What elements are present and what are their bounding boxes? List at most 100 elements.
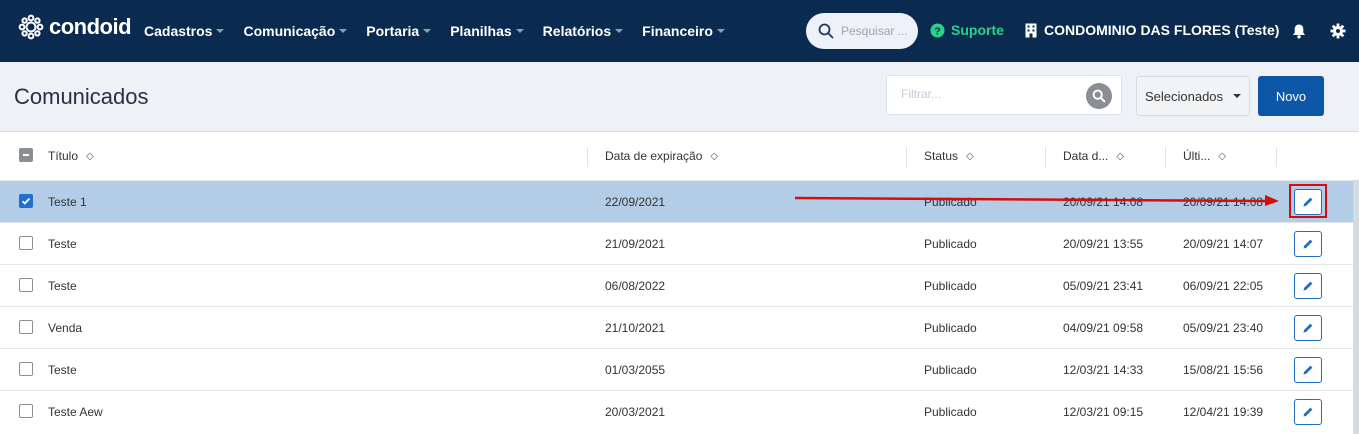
condo-selector[interactable]: CONDOMINIO DAS FLORES (Teste): [1025, 22, 1279, 38]
select-all-checkbox[interactable]: [19, 148, 33, 162]
page-title: Comunicados: [14, 84, 149, 109]
annotation-arrow: [795, 195, 1279, 206]
column-header-created[interactable]: Data d... ◇: [1063, 149, 1124, 163]
column-divider[interactable]: [1276, 147, 1277, 167]
menu-label: Planilhas: [450, 23, 512, 39]
main-menu: Cadastros Comunicação Portaria Planilhas…: [144, 0, 744, 62]
pencil-icon: [1303, 281, 1313, 291]
menu-financeiro[interactable]: Financeiro: [642, 23, 725, 39]
column-label: Status: [924, 149, 959, 163]
row-title: Teste Aew: [48, 405, 103, 419]
caret-down-icon: [339, 29, 348, 33]
column-header-title[interactable]: Título ◇: [48, 149, 94, 163]
checkmark-icon: [21, 197, 31, 205]
sort-icon: ◇: [710, 150, 719, 162]
selected-actions-dropdown[interactable]: Selecionados: [1136, 76, 1250, 116]
edit-button[interactable]: [1294, 273, 1322, 299]
support-link[interactable]: ? Suporte: [930, 22, 1004, 38]
row-created: 20/09/21 13:55: [1063, 237, 1144, 251]
table-row[interactable]: Venda 21/10/2021 Publicado 04/09/21 09:5…: [0, 306, 1359, 348]
caret-down-icon: [515, 29, 524, 33]
pencil-icon: [1303, 239, 1313, 249]
table-row[interactable]: Teste 06/08/2022 Publicado 05/09/21 23:4…: [0, 264, 1359, 306]
row-status: Publicado: [924, 279, 977, 293]
row-title: Teste: [48, 237, 77, 251]
sort-icon: ◇: [966, 150, 974, 162]
top-navbar: condoid Cadastros Comunicação Portaria P…: [0, 0, 1359, 62]
filter-input[interactable]: [899, 86, 1083, 102]
row-updated: 12/04/21 19:39: [1183, 405, 1264, 419]
global-search-input[interactable]: Pesquisar ...: [806, 13, 918, 49]
help-icon: ?: [930, 22, 945, 38]
row-checkbox[interactable]: [19, 362, 33, 376]
row-status: Publicado: [924, 237, 977, 251]
bell-icon[interactable]: [1291, 23, 1307, 39]
svg-text:?: ?: [934, 26, 940, 37]
table-row[interactable]: Teste Aew 20/03/2021 Publicado 12/03/21 …: [0, 390, 1359, 432]
menu-portaria[interactable]: Portaria: [366, 23, 432, 39]
row-expiration: 21/10/2021: [605, 321, 666, 335]
column-label: Título: [48, 149, 79, 163]
sort-icon: ◇: [1116, 150, 1125, 162]
new-button[interactable]: Novo: [1258, 76, 1324, 116]
row-updated: 15/08/21 15:56: [1183, 363, 1264, 377]
row-status: Publicado: [924, 363, 977, 377]
row-created: 04/09/21 09:58: [1063, 321, 1144, 335]
edit-button[interactable]: [1294, 399, 1322, 425]
column-header-status[interactable]: Status ◇: [924, 149, 974, 163]
column-divider[interactable]: [587, 147, 588, 167]
column-divider[interactable]: [1165, 147, 1166, 167]
edit-button[interactable]: [1294, 315, 1322, 341]
column-label: Data d...: [1063, 149, 1109, 163]
caret-down-icon: [423, 29, 432, 33]
search-icon: [1092, 89, 1106, 103]
edit-button[interactable]: [1294, 231, 1322, 257]
menu-label: Relatórios: [542, 23, 612, 39]
row-updated: 20/09/21 14:07: [1183, 237, 1264, 251]
table-scrollbar[interactable]: [1353, 180, 1359, 434]
search-placeholder: Pesquisar ...: [841, 24, 908, 38]
column-divider[interactable]: [906, 147, 907, 167]
row-checkbox[interactable]: [19, 404, 33, 418]
brand-logo[interactable]: condoid: [18, 14, 132, 40]
row-checkbox[interactable]: [19, 320, 33, 334]
menu-relatorios[interactable]: Relatórios: [542, 23, 624, 39]
annotation-highlight-box: [1289, 184, 1327, 218]
logo-icon: [18, 14, 44, 40]
row-title: Teste 1: [48, 195, 87, 209]
row-expiration: 01/03/2055: [605, 363, 666, 377]
sort-icon: ◇: [86, 150, 94, 162]
caret-down-icon: [216, 29, 225, 33]
gear-icon[interactable]: [1330, 23, 1346, 39]
menu-comunicacao[interactable]: Comunicação: [243, 23, 348, 39]
menu-label: Comunicação: [243, 23, 336, 39]
menu-planilhas[interactable]: Planilhas: [450, 23, 524, 39]
row-status: Publicado: [924, 321, 977, 335]
column-label: Data de expiração: [605, 149, 703, 163]
column-header-expiration[interactable]: Data de expiração ◇: [605, 149, 718, 163]
filter-search-button[interactable]: [1086, 83, 1112, 109]
pencil-icon: [1303, 365, 1313, 375]
row-expiration: 21/09/2021: [605, 237, 666, 251]
row-checkbox[interactable]: [19, 236, 33, 250]
selected-actions-label: Selecionados: [1144, 88, 1224, 104]
menu-label: Portaria: [366, 23, 420, 39]
column-divider[interactable]: [1045, 147, 1046, 167]
edit-button[interactable]: [1294, 357, 1322, 383]
row-expiration: 06/08/2022: [605, 279, 666, 293]
table-row[interactable]: Teste 01/03/2055 Publicado 12/03/21 14:3…: [0, 348, 1359, 390]
row-updated: 05/09/21 23:40: [1183, 321, 1264, 335]
pencil-icon: [1303, 323, 1313, 333]
row-checkbox[interactable]: [19, 278, 33, 292]
row-title: Teste: [48, 279, 77, 293]
building-icon: [1025, 23, 1037, 37]
row-checkbox[interactable]: [19, 194, 33, 208]
row-title: Teste: [48, 363, 77, 377]
row-created: 12/03/21 14:33: [1063, 363, 1144, 377]
caret-down-icon: [716, 29, 725, 33]
column-label: Últi...: [1183, 149, 1211, 163]
menu-cadastros[interactable]: Cadastros: [144, 23, 225, 39]
column-header-updated[interactable]: Últi... ◇: [1183, 149, 1226, 163]
table-row[interactable]: Teste 21/09/2021 Publicado 20/09/21 13:5…: [0, 222, 1359, 264]
menu-label: Financeiro: [642, 23, 713, 39]
